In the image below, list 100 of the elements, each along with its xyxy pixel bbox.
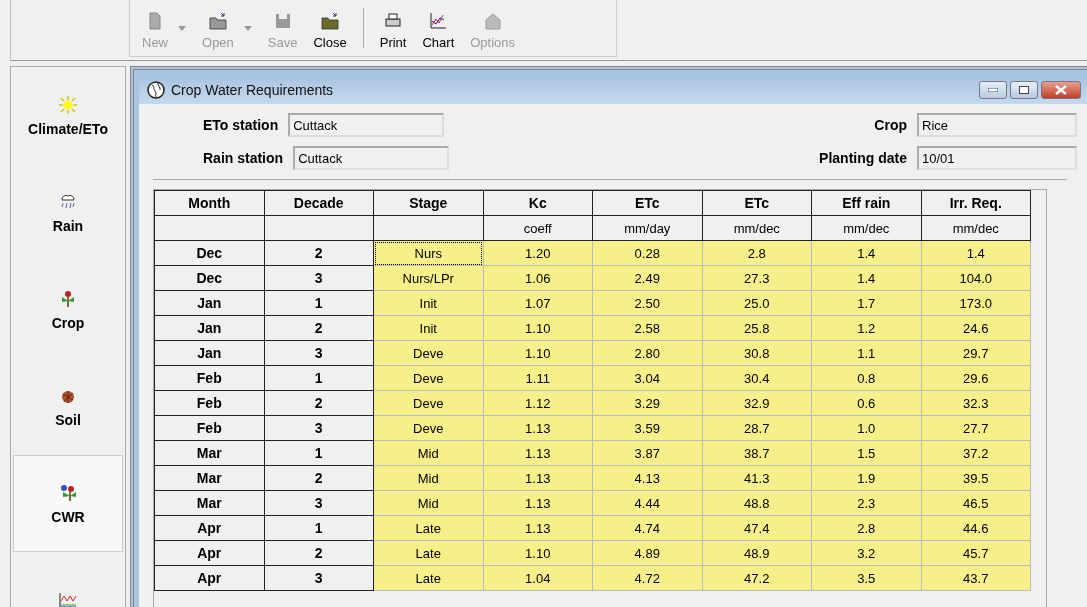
table-cell[interactable]: 30.4: [702, 365, 812, 391]
table-cell[interactable]: 27.7: [921, 415, 1031, 441]
table-cell[interactable]: 4.89: [592, 540, 702, 566]
table-cell[interactable]: 3.04: [592, 365, 702, 391]
table-cell[interactable]: 47.2: [702, 565, 812, 591]
table-cell[interactable]: 4.74: [592, 515, 702, 541]
table-cell[interactable]: 1.0: [811, 415, 921, 441]
table-cell[interactable]: 104.0: [921, 265, 1031, 291]
table-cell[interactable]: Deve: [373, 365, 483, 391]
table-cell[interactable]: 1.13: [483, 490, 593, 516]
sidebar-item[interactable]: Rain: [11, 164, 125, 261]
table-cell[interactable]: Mid: [373, 440, 483, 466]
table-cell[interactable]: Late: [373, 565, 483, 591]
plants-icon: [58, 482, 78, 503]
table-cell[interactable]: 47.4: [702, 515, 812, 541]
table-cell[interactable]: 3.87: [592, 440, 702, 466]
table-cell[interactable]: 3.5: [811, 565, 921, 591]
table-cell[interactable]: 1.4: [811, 240, 921, 266]
table-cell[interactable]: Mid: [373, 490, 483, 516]
table-cell[interactable]: 37.2: [921, 440, 1031, 466]
table-cell[interactable]: 0.28: [592, 240, 702, 266]
table-cell[interactable]: 1.5: [811, 440, 921, 466]
table-cell[interactable]: 27.3: [702, 265, 812, 291]
table-cell[interactable]: 1.10: [483, 340, 593, 366]
table-cell[interactable]: 25.0: [702, 290, 812, 316]
table-cell[interactable]: 1.2: [811, 315, 921, 341]
table-cell[interactable]: 45.7: [921, 540, 1031, 566]
table-cell[interactable]: 2.80: [592, 340, 702, 366]
table-cell[interactable]: 41.3: [702, 465, 812, 491]
toolbar-button[interactable]: Print: [371, 0, 415, 56]
table-cell[interactable]: 1.10: [483, 540, 593, 566]
table-cell[interactable]: 29.6: [921, 365, 1031, 391]
table-cell[interactable]: Late: [373, 540, 483, 566]
table-cell[interactable]: 30.8: [702, 340, 812, 366]
table-cell[interactable]: 1.10: [483, 315, 593, 341]
table-cell[interactable]: Deve: [373, 415, 483, 441]
toolbar-button[interactable]: Close: [305, 0, 355, 56]
table-cell[interactable]: 1.06: [483, 265, 593, 291]
table-cell[interactable]: 4.44: [592, 490, 702, 516]
table-cell[interactable]: 28.7: [702, 415, 812, 441]
sidebar-item[interactable]: Climate/ETo: [11, 67, 125, 164]
sidebar-item[interactable]: CWR: [13, 455, 123, 552]
table-cell[interactable]: 1.07: [483, 290, 593, 316]
table-cell[interactable]: 38.7: [702, 440, 812, 466]
table-cell[interactable]: 1.04: [483, 565, 593, 591]
table-cell[interactable]: 4.13: [592, 465, 702, 491]
table-cell[interactable]: 1.13: [483, 440, 593, 466]
table-cell[interactable]: 25.8: [702, 315, 812, 341]
table-cell[interactable]: 2.8: [811, 515, 921, 541]
table-cell[interactable]: Late: [373, 515, 483, 541]
table-cell[interactable]: 173.0: [921, 290, 1031, 316]
table-cell[interactable]: 1.13: [483, 465, 593, 491]
table-cell[interactable]: 29.7: [921, 340, 1031, 366]
table-cell[interactable]: 48.8: [702, 490, 812, 516]
table-cell[interactable]: 1.12: [483, 390, 593, 416]
minimize-button[interactable]: [979, 81, 1007, 99]
table-cell[interactable]: Deve: [373, 390, 483, 416]
table-cell[interactable]: 3.29: [592, 390, 702, 416]
table-cell[interactable]: 2.50: [592, 290, 702, 316]
table-cell[interactable]: 0.8: [811, 365, 921, 391]
table-cell[interactable]: 32.9: [702, 390, 812, 416]
input-field[interactable]: Rice: [917, 113, 1077, 137]
table-cell[interactable]: 44.6: [921, 515, 1031, 541]
table-cell[interactable]: 24.6: [921, 315, 1031, 341]
maximize-button[interactable]: [1010, 81, 1038, 99]
input-field[interactable]: 10/01: [917, 146, 1077, 170]
table-cell[interactable]: 1.1: [811, 340, 921, 366]
input-field[interactable]: Cuttack: [293, 146, 450, 170]
table-cell[interactable]: 48.9: [702, 540, 812, 566]
table-cell[interactable]: 39.5: [921, 465, 1031, 491]
table-cell[interactable]: 1.11: [483, 365, 593, 391]
toolbar-button[interactable]: Chart: [414, 0, 463, 56]
table-cell[interactable]: 3.59: [592, 415, 702, 441]
table-cell[interactable]: 2.49: [592, 265, 702, 291]
table-cell[interactable]: 0.6: [811, 390, 921, 416]
table-cell[interactable]: 1.13: [483, 515, 593, 541]
table-cell[interactable]: 1.9: [811, 465, 921, 491]
table-cell[interactable]: 2.58: [592, 315, 702, 341]
table-cell[interactable]: 2.8: [702, 240, 812, 266]
table-cell[interactable]: 1.7: [811, 290, 921, 316]
table-cell[interactable]: 4.72: [592, 565, 702, 591]
table-cell[interactable]: 1.13: [483, 415, 593, 441]
table-cell[interactable]: 1.4: [811, 265, 921, 291]
table-cell[interactable]: 1.20: [483, 240, 593, 266]
table-cell[interactable]: Init: [373, 315, 483, 341]
close-button[interactable]: [1041, 81, 1081, 99]
table-cell[interactable]: 1.4: [921, 240, 1031, 266]
table-cell[interactable]: 43.7: [921, 565, 1031, 591]
table-cell[interactable]: Nurs/LPr: [373, 265, 483, 291]
input-field[interactable]: Cuttack: [288, 113, 445, 137]
sidebar-item[interactable]: Crop: [11, 261, 125, 358]
table-cell[interactable]: Mid: [373, 465, 483, 491]
table-cell[interactable]: 2.3: [811, 490, 921, 516]
table-cell[interactable]: 32.3: [921, 390, 1031, 416]
table-cell[interactable]: 3.2: [811, 540, 921, 566]
table-cell[interactable]: Nurs: [373, 240, 483, 266]
table-cell[interactable]: Init: [373, 290, 483, 316]
table-cell[interactable]: 46.5: [921, 490, 1031, 516]
sidebar-item[interactable]: Soil: [11, 358, 125, 455]
table-cell[interactable]: Deve: [373, 340, 483, 366]
